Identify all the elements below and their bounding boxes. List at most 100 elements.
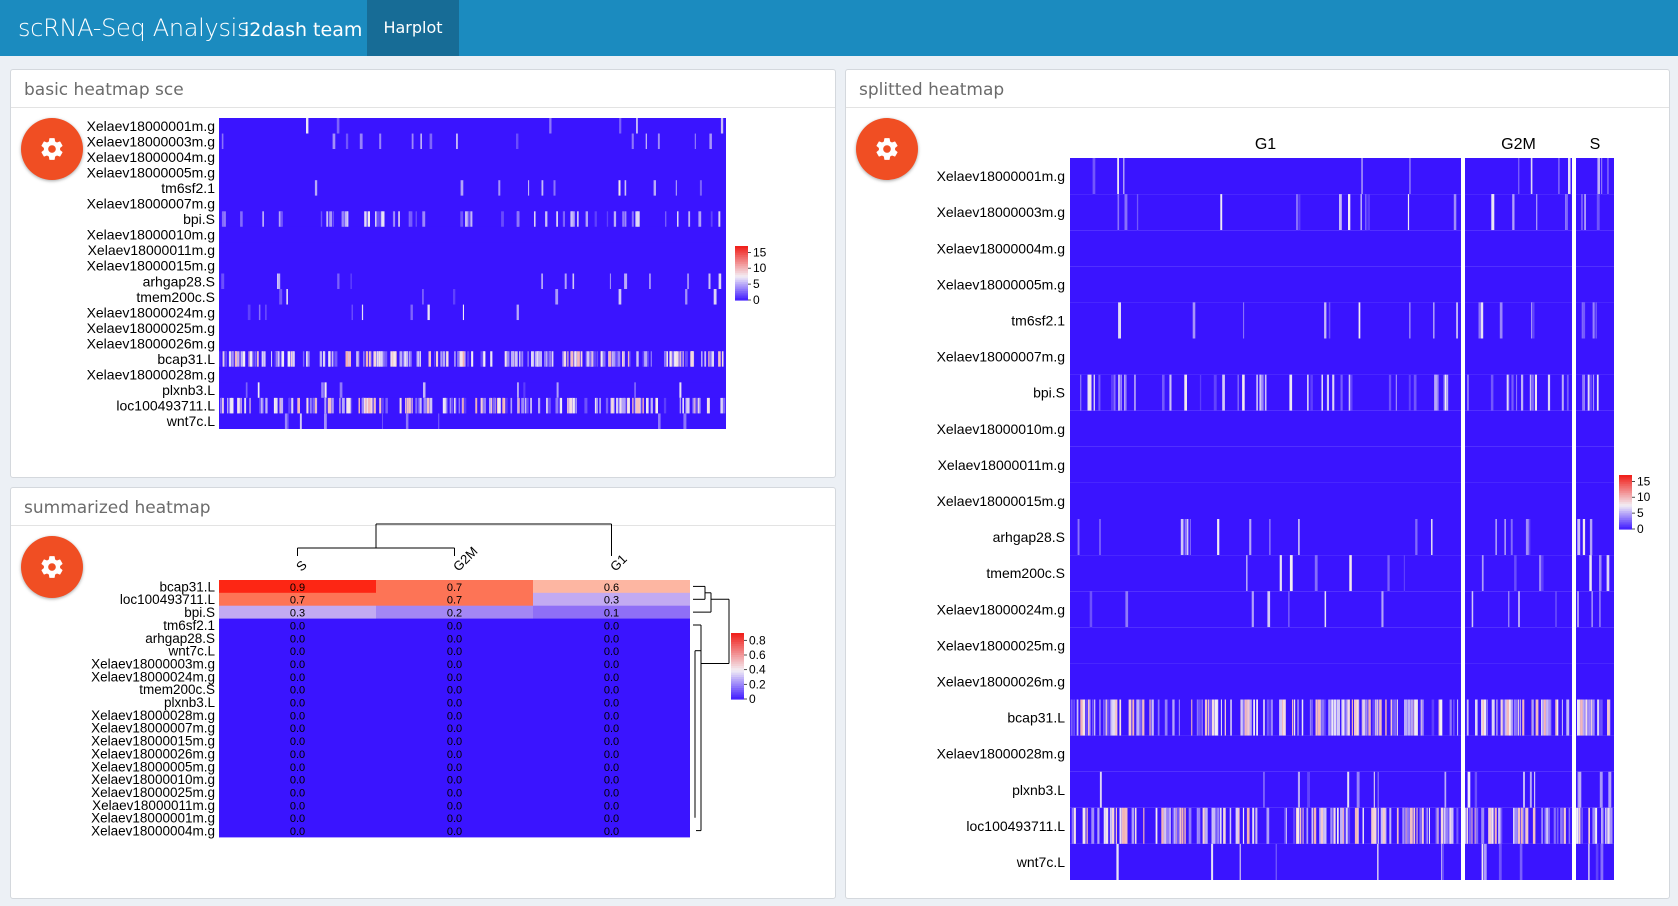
basic-heatmap-cell	[249, 397, 251, 414]
splitted-heatmap-cell	[1581, 194, 1583, 231]
basic-heatmap-cell	[367, 397, 371, 414]
basic-heatmap-cell	[234, 351, 237, 367]
basic-heatmap-cell	[498, 180, 501, 196]
splitted-heatmap-cell	[1249, 519, 1252, 556]
basic-heatmap-cell	[570, 397, 573, 414]
summarized-heatmap-row-label: Xelaev18000004m.g	[91, 824, 215, 839]
summarized-heatmap-column-label: S	[293, 557, 310, 574]
basic-heatmap-cell	[232, 351, 234, 367]
basic-heatmap-cell	[245, 382, 248, 398]
splitted-heatmap-cell	[1119, 699, 1122, 736]
splitted-heatmap-cell	[1251, 591, 1254, 628]
basic-heatmap-cell	[609, 273, 611, 290]
splitted-heatmap-cell	[1229, 807, 1232, 844]
basic-heatmap-cell	[334, 351, 338, 367]
splitted-heatmap-cell	[1396, 699, 1398, 736]
splitted-heatmap-cell	[1514, 807, 1517, 844]
basic-heatmap-cell	[261, 397, 263, 414]
splitted-heatmap-row-base	[1576, 374, 1614, 411]
splitted-heatmap-cell	[1407, 699, 1411, 736]
splitted-heatmap-cell	[1093, 374, 1095, 411]
splitted-heatmap-cell	[1521, 807, 1523, 844]
summarized-heatmap-cell-label: 0.0	[290, 736, 305, 748]
basic-heatmap-cell	[364, 211, 367, 227]
splitted-heatmap-row-base	[1070, 771, 1461, 808]
basic-heatmap-cell	[544, 351, 547, 367]
navbar: scRNA-Seq Analysis i2dash team Harplot	[0, 0, 1678, 56]
splitted-heatmap-cell	[1244, 699, 1247, 736]
splitted-heatmap-cell	[1546, 699, 1548, 736]
summarized-heatmap-settings-button[interactable]	[21, 536, 83, 598]
basic-heatmap-row-label: bcap31.L	[157, 351, 215, 367]
basic-heatmap-cell	[292, 351, 295, 367]
splitted-heatmap-cell	[1481, 555, 1484, 592]
splitted-heatmap-cell	[1577, 591, 1579, 628]
splitted-heatmap-cell	[1088, 699, 1090, 736]
basic-heatmap-cell	[346, 211, 349, 227]
basic-heatmap-cell	[367, 211, 370, 227]
splitted-heatmap-row-base	[1576, 627, 1614, 664]
basic-heatmap-cell	[428, 351, 431, 367]
basic-heatmap-cell	[695, 397, 698, 414]
app-title[interactable]: scRNA-Seq Analysis	[18, 14, 250, 42]
basic-heatmap-cell	[339, 397, 341, 414]
splitted-heatmap-cell	[1431, 519, 1433, 556]
splitted-heatmap-cell	[1279, 699, 1283, 736]
basic-heatmap-cell	[462, 397, 464, 414]
splitted-heatmap-row-label: Xelaev18000011m.g	[938, 457, 1065, 473]
basic-heatmap-cell	[254, 351, 257, 367]
splitted-heatmap-cell	[1117, 158, 1119, 195]
splitted-heatmap-row-base	[1465, 266, 1572, 303]
splitted-heatmap-row-base	[1070, 302, 1461, 339]
splitted-heatmap-cell	[1285, 807, 1287, 844]
basic-heatmap-cell	[358, 397, 360, 414]
splitted-heatmap-cell	[1491, 807, 1494, 844]
splitted-heatmap-cell	[1561, 374, 1564, 411]
basic-heatmap-cell	[617, 351, 621, 367]
splitted-heatmap-row-base	[1576, 519, 1614, 556]
basic-heatmap-cell	[545, 211, 548, 227]
splitted-heatmap-cell	[1360, 194, 1362, 231]
basic-heatmap-row-label: Xelaev18000005m.g	[87, 164, 215, 180]
basic-heatmap-cell	[277, 351, 280, 367]
splitted-heatmap-row-base	[1465, 843, 1572, 880]
basic-heatmap-cell	[649, 273, 651, 290]
basic-heatmap-cell	[324, 382, 327, 398]
basic-heatmap-cell	[261, 351, 264, 367]
splitted-heatmap-row-base	[1576, 338, 1614, 375]
basic-heatmap-cell	[351, 304, 353, 321]
splitted-heatmap-row-label: Xelaev18000028m.g	[937, 746, 1065, 762]
basic-heatmap-row-label: Xelaev18000010m.g	[87, 227, 215, 243]
basic-heatmap-settings-button[interactable]	[21, 118, 83, 180]
gear-icon	[876, 138, 898, 160]
basic-heatmap-cell	[385, 397, 388, 414]
splitted-heatmap-cell	[1123, 158, 1125, 195]
splitted-heatmap-cell	[1275, 843, 1277, 880]
splitted-heatmap-row-base	[1465, 771, 1572, 808]
splitted-heatmap-cell	[1115, 807, 1117, 844]
splitted-heatmap-cell	[1256, 699, 1258, 736]
basic-heatmap-row-label: wnt7c.L	[166, 413, 215, 429]
splitted-heatmap-cell	[1481, 699, 1483, 736]
splitted-heatmap-cell	[1211, 843, 1214, 880]
splitted-heatmap-settings-button[interactable]	[856, 118, 918, 180]
splitted-heatmap-cell	[1444, 807, 1446, 844]
splitted-heatmap-cell	[1478, 302, 1480, 339]
tab-harplot[interactable]: Harplot	[367, 0, 459, 56]
basic-heatmap-cell	[586, 351, 590, 367]
basic-heatmap-cell	[375, 211, 377, 227]
basic-heatmap-cell	[709, 133, 712, 150]
summarized-heatmap-cell-label: 0.0	[447, 646, 462, 658]
summarized-heatmap-cell-label: 0.0	[447, 620, 462, 632]
basic-heatmap-cell	[519, 351, 521, 367]
splitted-heatmap-cell	[1082, 807, 1086, 844]
splitted-heatmap-cell	[1541, 807, 1543, 844]
splitted-heatmap-cell	[1242, 374, 1245, 411]
basic-heatmap-cell	[490, 351, 493, 367]
basic-heatmap-cell	[563, 351, 567, 367]
splitted-heatmap-cell	[1511, 699, 1513, 736]
splitted-heatmap-row-base	[1576, 446, 1614, 483]
basic-heatmap-cell	[636, 118, 638, 134]
basic-heatmap-cell	[570, 211, 572, 227]
summarized-heatmap-chart: 0.9 0.7 0.6bcap31.L0.7 0.7 0.3loc100493711.L…	[91, 523, 766, 839]
